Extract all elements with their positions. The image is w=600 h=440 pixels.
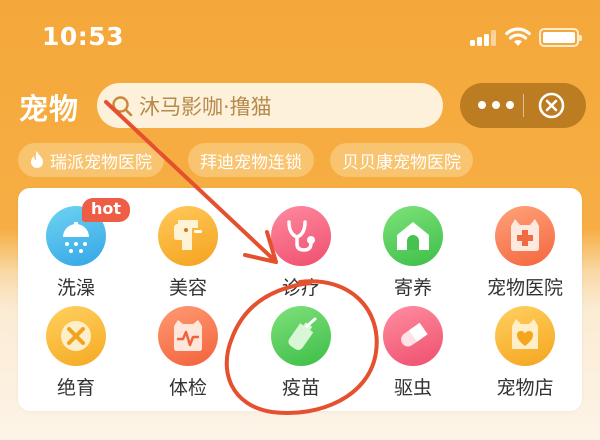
vaccine-icon [271,306,331,366]
category-label: 驱虫 [393,377,432,399]
category-label: 美容 [168,277,207,299]
category-label: 疫苗 [281,377,320,399]
status-time: 10:53 [42,22,125,51]
pet-house-icon [383,206,443,266]
dog-grooming-icon [158,206,218,266]
category-label: 宠物店 [496,377,554,399]
more-button[interactable] [478,100,514,110]
status-bar: 10:53 [0,0,600,72]
battery-icon [539,28,582,47]
search-icon [112,95,133,116]
page-title: 宠物 [19,92,80,126]
close-icon[interactable] [538,92,565,119]
search-input[interactable]: 沐马影咖·撸猫 [97,83,443,128]
category-label: 宠物医院 [486,277,563,299]
chip-beibeikang[interactable]: 贝贝康宠物医院 [330,143,473,177]
category-label: 诊疗 [281,277,320,299]
category-label: 体检 [168,377,207,399]
stethoscope-icon [271,206,331,266]
pill-icon [383,306,443,366]
cellular-signal-icon [470,30,496,46]
chip-label: 贝贝康宠物医院 [342,152,461,173]
sterilize-icon [46,306,106,366]
chip-label: 拜迪宠物连锁 [200,152,302,173]
category-label: 绝育 [56,377,95,399]
pet-store-icon [495,306,555,366]
hospital-icon [495,206,555,266]
category-label: 洗澡 [56,277,95,299]
category-label: 寄养 [393,277,432,299]
chip-baidi[interactable]: 拜迪宠物连锁 [188,143,314,177]
mini-program-capsule [460,83,586,128]
hot-badge: hot [82,198,131,222]
search-placeholder: 沐马影咖·撸猫 [139,94,272,119]
chip-label: 瑞派宠物医院 [50,152,152,173]
flame-icon [31,151,43,168]
checkup-icon [158,306,218,366]
wifi-icon [505,27,531,46]
capsule-divider [523,94,524,117]
chip-ruipai[interactable]: 瑞派宠物医院 [18,143,164,177]
